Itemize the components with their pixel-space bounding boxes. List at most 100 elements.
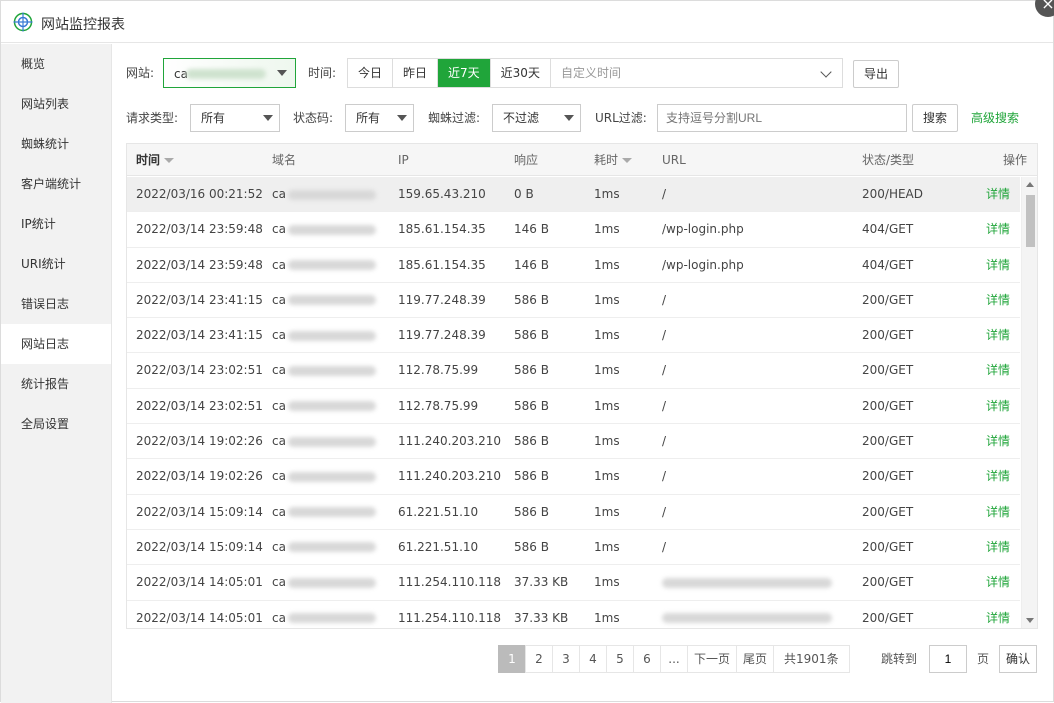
page-number[interactable]: 5 bbox=[606, 645, 634, 673]
custom-time-placeholder: 自定义时间 bbox=[560, 66, 621, 80]
sidebar-item[interactable]: 全局设置 bbox=[1, 404, 111, 444]
page-number[interactable]: 6 bbox=[633, 645, 661, 673]
cell-ip: 111.254.110.118 bbox=[398, 575, 502, 590]
time-label: 时间: bbox=[308, 66, 337, 80]
custom-time-picker[interactable]: 自定义时间 bbox=[551, 59, 842, 87]
page-number[interactable]: 4 bbox=[579, 645, 607, 673]
url-filter-label: URL过滤: bbox=[595, 111, 647, 125]
redacted-text bbox=[287, 577, 376, 588]
sidebar-item[interactable]: 错误日志 bbox=[1, 284, 111, 324]
advanced-search-link[interactable]: 高级搜索 bbox=[971, 104, 1019, 132]
page-number[interactable]: 1 bbox=[498, 645, 526, 673]
cell-duration: 1ms bbox=[594, 187, 620, 201]
detail-link[interactable]: 详情 bbox=[986, 459, 1010, 494]
cell-ip: 185.61.154.35 bbox=[398, 222, 486, 237]
cell-duration: 1ms bbox=[594, 363, 620, 378]
detail-link[interactable]: 详情 bbox=[986, 424, 1010, 459]
redacted-text bbox=[287, 613, 376, 624]
status-code-select[interactable]: 所有 bbox=[345, 104, 414, 132]
dropdown-caret-icon bbox=[263, 115, 273, 121]
cell-domain: ca bbox=[272, 495, 376, 530]
detail-link[interactable]: 详情 bbox=[986, 248, 1010, 283]
redacted-text bbox=[287, 330, 376, 341]
pagination: 1 2 3 4 5 6... 下一页 尾页 共1901条 bbox=[498, 645, 850, 673]
cell-duration: 1ms bbox=[594, 292, 620, 307]
scroll-down-icon[interactable] bbox=[1026, 618, 1034, 623]
detail-link[interactable]: 详情 bbox=[986, 283, 1010, 318]
scroll-up-icon[interactable] bbox=[1026, 182, 1034, 187]
cell-duration: 1ms bbox=[594, 504, 620, 519]
sidebar-item[interactable]: 客户端统计 bbox=[1, 164, 111, 204]
cell-ip: 61.221.51.10 bbox=[398, 539, 479, 554]
report-window: 网站监控报表 × 概览 网站列表 蜘蛛统计 客户端统计 IP统计 URI统计 错误日志 网站日… bbox=[0, 0, 1054, 703]
table-row: 2022/03/14 15:09:14 ca 61.221.51.10 586 B 1m… bbox=[127, 495, 1020, 530]
cell-domain: ca bbox=[272, 248, 376, 283]
cell-response: 146 B bbox=[514, 222, 549, 237]
cell-time: 2022/03/14 23:59:48 bbox=[136, 222, 263, 237]
detail-link[interactable]: 详情 bbox=[986, 495, 1010, 530]
cell-domain: ca bbox=[272, 353, 376, 388]
detail-link[interactable]: 详情 bbox=[986, 212, 1010, 247]
cell-duration: 1ms bbox=[594, 469, 620, 484]
cell-status: 200/GET bbox=[862, 504, 914, 519]
sidebar-item[interactable]: 网站日志 bbox=[1, 324, 111, 364]
time-30days-button[interactable]: 近30天 bbox=[490, 59, 551, 87]
page-number[interactable]: 3 bbox=[552, 645, 580, 673]
th-duration[interactable]: 耗时 bbox=[594, 144, 633, 176]
page-number[interactable]: 2 bbox=[525, 645, 553, 673]
cell-time: 2022/03/14 14:05:01 bbox=[136, 610, 263, 625]
cell-url: / bbox=[662, 187, 667, 201]
time-yesterday-button[interactable]: 昨日 bbox=[393, 59, 439, 87]
cell-domain: ca bbox=[272, 530, 376, 565]
time-today-button[interactable]: 今日 bbox=[348, 59, 394, 87]
detail-link[interactable]: 详情 bbox=[986, 177, 1010, 212]
cell-duration: 1ms bbox=[594, 539, 620, 554]
dropdown-caret-icon bbox=[397, 115, 407, 121]
table-row: 2022/03/14 15:09:14 ca 61.221.51.10 586 B 1m… bbox=[127, 530, 1020, 566]
sidebar-item[interactable]: 蜘蛛统计 bbox=[1, 124, 111, 164]
detail-link[interactable]: 详情 bbox=[986, 530, 1010, 565]
redacted-text bbox=[186, 69, 266, 79]
redacted-text bbox=[287, 436, 376, 447]
table-body: 2022/03/16 00:21:52 ca 159.65.43.210 0 B 1ms… bbox=[127, 177, 1020, 628]
detail-link[interactable]: 详情 bbox=[986, 565, 1010, 600]
cell-duration: 1ms bbox=[594, 257, 620, 272]
last-page-button[interactable]: 尾页 bbox=[736, 645, 775, 673]
sort-caret-icon bbox=[622, 158, 633, 163]
confirm-button[interactable]: 确认 bbox=[999, 645, 1037, 673]
cell-domain: ca bbox=[272, 177, 376, 212]
detail-link[interactable]: 详情 bbox=[986, 601, 1010, 628]
search-button[interactable]: 搜索 bbox=[912, 104, 958, 132]
cell-url: / bbox=[662, 398, 667, 413]
table-row: 2022/03/14 19:02:26 ca 111.240.203.210 586 … bbox=[127, 459, 1020, 495]
sidebar-item[interactable]: 统计报告 bbox=[1, 364, 111, 404]
jump-page-input[interactable] bbox=[929, 645, 967, 673]
cell-domain: ca bbox=[272, 389, 376, 424]
time-7days-button[interactable]: 近7天 bbox=[438, 59, 491, 87]
cell-response: 586 B bbox=[514, 398, 549, 413]
detail-link[interactable]: 详情 bbox=[986, 389, 1010, 424]
cell-duration: 1ms bbox=[594, 434, 620, 449]
scrollbar-thumb[interactable] bbox=[1026, 195, 1035, 247]
cell-ip: 185.61.154.35 bbox=[398, 257, 486, 272]
sidebar-item[interactable]: URI统计 bbox=[1, 244, 111, 284]
cell-response: 586 B bbox=[514, 292, 549, 307]
dropdown-caret-icon bbox=[277, 70, 287, 76]
url-filter-input[interactable] bbox=[657, 104, 907, 132]
export-button[interactable]: 导出 bbox=[853, 60, 899, 88]
detail-link[interactable]: 详情 bbox=[986, 353, 1010, 388]
main-content: 网站: ca 时间: 今日 昨日 近7天 近30天 自定义时间 导出 请求类型: bbox=[113, 44, 1053, 703]
sidebar-item[interactable]: 网站列表 bbox=[1, 84, 111, 124]
spider-filter-select[interactable]: 不过滤 bbox=[492, 104, 581, 132]
th-time[interactable]: 时间 bbox=[136, 144, 175, 176]
sidebar-item[interactable]: IP统计 bbox=[1, 204, 111, 244]
table-row: 2022/03/14 23:59:48 ca 185.61.154.35 146 B 1… bbox=[127, 212, 1020, 248]
next-page-button[interactable]: 下一页 bbox=[687, 645, 738, 673]
page-ellipsis: ... bbox=[660, 645, 688, 673]
sidebar-item[interactable]: 概览 bbox=[1, 44, 111, 84]
site-select[interactable]: ca bbox=[163, 58, 296, 88]
request-type-select[interactable]: 所有 bbox=[190, 104, 280, 132]
spider-filter-label: 蜘蛛过滤: bbox=[428, 111, 481, 125]
table-scrollbar[interactable] bbox=[1021, 177, 1037, 628]
detail-link[interactable]: 详情 bbox=[986, 318, 1010, 353]
